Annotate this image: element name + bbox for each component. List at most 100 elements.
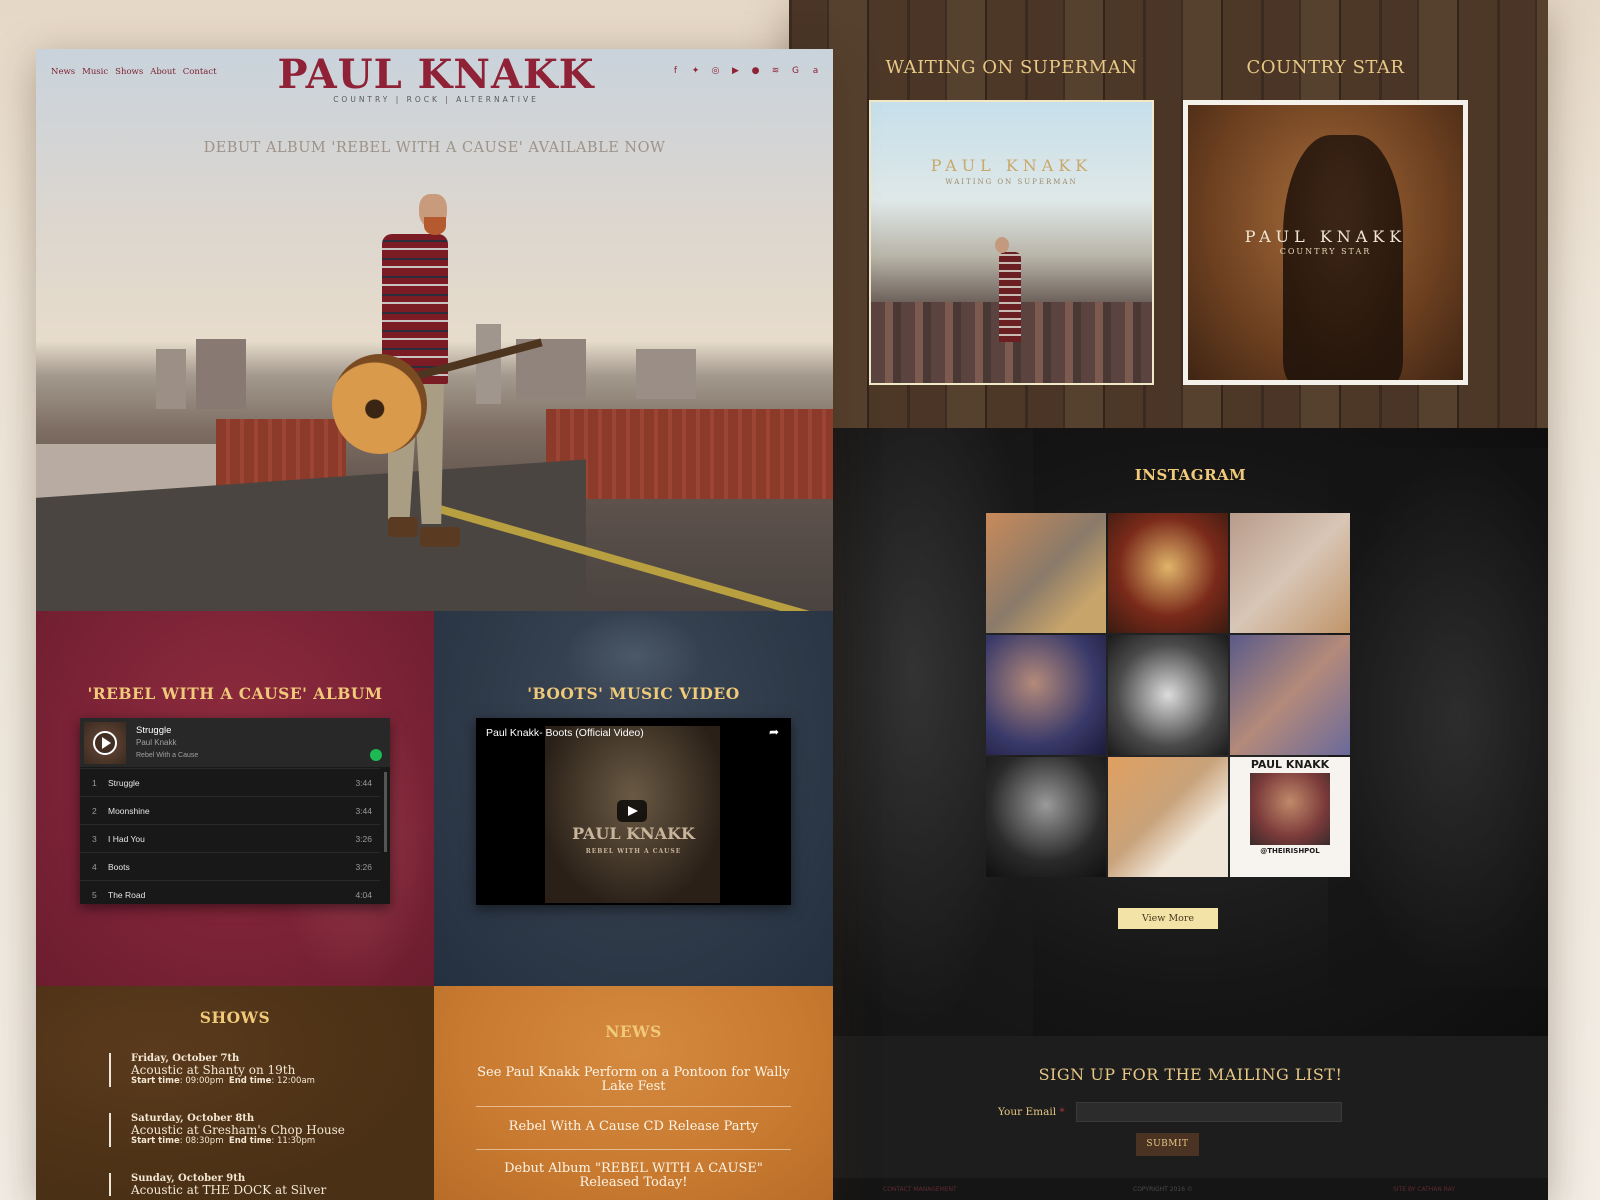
news-item[interactable]: See Paul Knakk Perform on a Pontoon for … bbox=[476, 1066, 791, 1094]
view-more-button[interactable]: View More bbox=[1118, 908, 1218, 929]
left-page: News Music Shows About Contact PAUL KNAK… bbox=[36, 49, 833, 1200]
brick-building bbox=[546, 409, 833, 499]
amazon-icon[interactable]: a bbox=[810, 66, 821, 77]
cover-country-star[interactable]: PAUL KNAKK COUNTRY STAR bbox=[1183, 100, 1468, 385]
player-header: Struggle Paul Knakk Rebel With a Cause bbox=[80, 718, 390, 767]
single-title-waiting-on-superman: WAITING ON SUPERMAN bbox=[885, 57, 1138, 78]
poster-title: PAUL KNAKK bbox=[1250, 758, 1330, 771]
video-player[interactable]: Paul Knakk- Boots (Official Video) ➦ PAU… bbox=[476, 718, 791, 905]
youtube-icon[interactable]: ▶ bbox=[730, 66, 741, 77]
instagram-photo[interactable] bbox=[1108, 635, 1228, 755]
player-track-title: Struggle bbox=[136, 725, 172, 736]
instagram-section: INSTAGRAM PAUL KNAKK @THEIRISHPOL View M… bbox=[833, 428, 1548, 1036]
instagram-photo[interactable] bbox=[1230, 635, 1350, 755]
footer-copyright: COPYRIGHT 2016 © bbox=[1133, 1186, 1193, 1193]
show-venue: Acoustic at Gresham's Chop House bbox=[131, 1123, 345, 1137]
instagram-photo[interactable] bbox=[1108, 757, 1228, 877]
single-title-country-star: COUNTRY STAR bbox=[1246, 57, 1405, 78]
singles-section: WAITING ON SUPERMAN COUNTRY STAR PAUL KN… bbox=[789, 0, 1548, 428]
video-cover-logo: PAUL KNAKK REBEL WITH A CAUSE bbox=[566, 826, 701, 860]
shows-title: SHOWS bbox=[199, 1008, 271, 1027]
nav-contact[interactable]: Contact bbox=[183, 67, 217, 77]
cover-artist-name: PAUL KNAKK bbox=[1244, 227, 1407, 246]
cover-album-name: COUNTRY STAR bbox=[1279, 247, 1372, 256]
nav-shows[interactable]: Shows bbox=[115, 67, 143, 77]
instagram-photo[interactable] bbox=[1230, 513, 1350, 633]
show-venue: Acoustic at THE DOCK at Silver bbox=[131, 1183, 327, 1197]
shows-section: SHOWS Friday, October 7th Acoustic at Sh… bbox=[36, 986, 434, 1200]
google-play-icon[interactable]: G bbox=[790, 66, 801, 77]
track-row[interactable]: 2 Moonshine 3:44 bbox=[80, 796, 380, 824]
instagram-photo-poster[interactable]: PAUL KNAKK @THEIRISHPOL bbox=[1230, 757, 1350, 877]
submit-button[interactable]: SUBMIT bbox=[1136, 1133, 1199, 1156]
news-item[interactable]: Rebel With A Cause CD Release Party bbox=[476, 1120, 791, 1134]
show-item[interactable]: Friday, October 7th Acoustic at Shanty o… bbox=[109, 1053, 409, 1087]
spotify-icon[interactable]: ≋ bbox=[770, 66, 781, 77]
hero-tagline: DEBUT ALBUM 'REBEL WITH A CAUSE' AVAILAB… bbox=[203, 140, 666, 156]
video-play-button[interactable] bbox=[617, 800, 647, 822]
apple-icon[interactable]: ● bbox=[750, 66, 761, 77]
cover-figure bbox=[999, 252, 1021, 342]
logo-title: PAUL KNAKK bbox=[277, 51, 595, 98]
spotify-player: Struggle Paul Knakk Rebel With a Cause 1… bbox=[80, 718, 390, 904]
track-row[interactable]: 4 Boots 3:26 bbox=[80, 852, 380, 880]
instagram-photo[interactable] bbox=[1108, 513, 1228, 633]
video-section: 'BOOTS' MUSIC VIDEO Paul Knakk- Boots (O… bbox=[434, 611, 833, 986]
video-title[interactable]: Paul Knakk- Boots (Official Video) bbox=[486, 727, 644, 739]
show-time: Start time: 09:00pm End time: 12:00am bbox=[131, 1076, 315, 1086]
nav-music[interactable]: Music bbox=[82, 67, 108, 77]
facebook-icon[interactable]: f bbox=[670, 66, 681, 77]
show-item[interactable]: Saturday, October 8th Acoustic at Gresha… bbox=[109, 1113, 409, 1147]
album-section-title: 'REBEL WITH A CAUSE' ALBUM bbox=[87, 684, 383, 703]
video-cover-name: PAUL KNAKK bbox=[572, 824, 695, 843]
mailing-list-section: SIGN UP FOR THE MAILING LIST! Your Email… bbox=[833, 1036, 1548, 1178]
social-links: f ✦ ◎ ▶ ● ≋ G a bbox=[670, 66, 821, 77]
news-title: NEWS bbox=[605, 1022, 662, 1041]
nav-news[interactable]: News bbox=[51, 67, 75, 77]
footer-credit[interactable]: SITE BY CATHAN RAY bbox=[1393, 1186, 1455, 1193]
show-item[interactable]: Sunday, October 9th Acoustic at THE DOCK… bbox=[109, 1173, 409, 1196]
email-label-text: Your Email bbox=[998, 1106, 1057, 1118]
share-icon[interactable]: ➦ bbox=[769, 725, 779, 739]
track-row[interactable]: 1 Struggle 3:44 bbox=[80, 768, 380, 796]
required-mark: * bbox=[1059, 1106, 1065, 1118]
cover-album-name: WAITING ON SUPERMAN bbox=[945, 178, 1078, 186]
track-row[interactable]: 3 I Had You 3:26 bbox=[80, 824, 380, 852]
background-photo-right bbox=[1328, 448, 1548, 988]
track-row[interactable]: 5 The Road 4:04 bbox=[80, 880, 380, 908]
show-venue: Acoustic at Shanty on 19th bbox=[131, 1063, 296, 1077]
instagram-title: INSTAGRAM bbox=[1134, 466, 1247, 484]
nav-about[interactable]: About bbox=[150, 67, 176, 77]
hero-section: News Music Shows About Contact PAUL KNAK… bbox=[36, 49, 833, 611]
instagram-photo[interactable] bbox=[986, 757, 1106, 877]
instagram-icon[interactable]: ◎ bbox=[710, 66, 721, 77]
news-divider bbox=[476, 1149, 791, 1150]
email-label: Your Email * bbox=[998, 1106, 1065, 1118]
player-scrollbar[interactable] bbox=[384, 772, 387, 852]
footer: CONTACT MANAGEMENT COPYRIGHT 2016 © SITE… bbox=[833, 1178, 1548, 1200]
main-nav: News Music Shows About Contact bbox=[51, 67, 217, 77]
player-album: Rebel With a Cause bbox=[136, 752, 199, 759]
spotify-logo-icon[interactable] bbox=[370, 749, 382, 761]
video-cover-sub: REBEL WITH A CAUSE bbox=[585, 848, 682, 855]
album-section: 'REBEL WITH A CAUSE' ALBUM Struggle Paul… bbox=[36, 611, 434, 986]
cover-waiting-on-superman[interactable]: PAUL KNAKK WAITING ON SUPERMAN bbox=[869, 100, 1154, 385]
email-field[interactable] bbox=[1076, 1102, 1342, 1122]
video-section-title: 'BOOTS' MUSIC VIDEO bbox=[527, 684, 740, 703]
twitter-icon[interactable]: ✦ bbox=[690, 66, 701, 77]
news-item[interactable]: Debut Album "REBEL WITH A CAUSE" Release… bbox=[476, 1162, 791, 1190]
news-section: NEWS See Paul Knakk Perform on a Pontoon… bbox=[434, 986, 833, 1200]
cover-silhouette bbox=[1283, 135, 1403, 380]
play-button[interactable] bbox=[93, 731, 117, 755]
mailing-list-title: SIGN UP FOR THE MAILING LIST! bbox=[1038, 1065, 1343, 1084]
instagram-grid: PAUL KNAKK @THEIRISHPOL bbox=[986, 513, 1350, 877]
site-logo[interactable]: PAUL KNAKK COUNTRY | ROCK | ALTERNATIVE bbox=[256, 52, 616, 104]
cover-artist-name: PAUL KNAKK bbox=[930, 156, 1093, 175]
instagram-photo[interactable] bbox=[986, 513, 1106, 633]
footer-link-contact[interactable]: CONTACT MANAGEMENT bbox=[883, 1186, 957, 1193]
player-artist: Paul Knakk bbox=[136, 738, 177, 747]
right-page: WAITING ON SUPERMAN COUNTRY STAR PAUL KN… bbox=[789, 0, 1548, 1200]
poster-photo bbox=[1250, 773, 1330, 845]
show-time: Start time: 08:30pm End time: 11:30pm bbox=[131, 1136, 316, 1146]
instagram-photo[interactable] bbox=[986, 635, 1106, 755]
